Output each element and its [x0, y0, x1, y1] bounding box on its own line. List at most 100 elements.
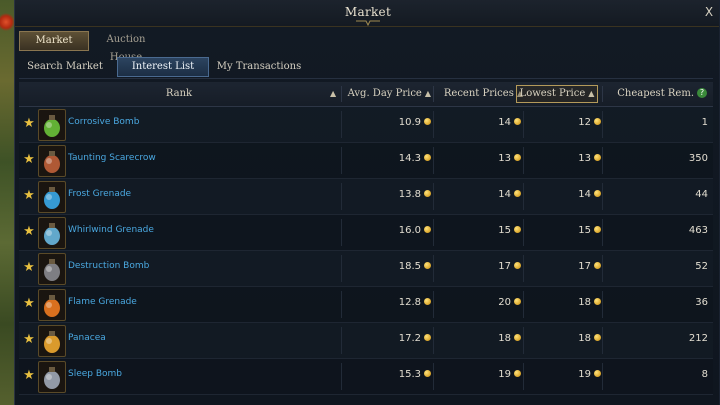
lowest-price-cell: 15 [519, 225, 601, 236]
column-header-recent-prices[interactable]: Recent Prices ▲ [437, 82, 523, 106]
avg-day-price-cell: 16.0 [349, 225, 431, 236]
column-divider [602, 183, 603, 210]
item-name[interactable]: Panacea [68, 333, 106, 343]
tab-market[interactable]: Market [19, 31, 89, 51]
column-header-rank[interactable]: Rank [19, 82, 339, 106]
table-row[interactable]: ★ Whirlwind Grenade 16.0 15 15 463 [19, 215, 713, 251]
help-icon[interactable]: ? [697, 88, 707, 98]
table-row[interactable]: ★ Corrosive Bomb 10.9 14 12 1 [19, 107, 713, 143]
column-divider [602, 111, 603, 138]
gold-coin-icon [594, 154, 601, 161]
table-row[interactable]: ★ Sleep Bomb 15.3 19 19 8 [19, 359, 713, 395]
cheapest-remaining-cell: 8 [701, 369, 708, 380]
gold-coin-icon [424, 154, 431, 161]
favorite-star-icon[interactable]: ★ [22, 117, 36, 131]
avg-day-price-cell: 17.2 [349, 333, 431, 344]
column-divider [341, 363, 342, 390]
gold-coin-icon [424, 226, 431, 233]
table-row[interactable]: ★ Panacea 17.2 18 18 212 [19, 323, 713, 359]
game-world-background [0, 0, 14, 405]
favorite-star-icon[interactable]: ★ [22, 189, 36, 203]
header-divider [433, 86, 434, 102]
table-row[interactable]: ★ Frost Grenade 13.8 14 14 44 [19, 179, 713, 215]
item-name[interactable]: Frost Grenade [68, 189, 131, 199]
cheapest-remaining-cell: 350 [688, 153, 708, 164]
taunting-scarecrow-icon [38, 145, 66, 177]
column-header-cheapest-rem[interactable]: Cheapest Rem.? [607, 82, 707, 106]
cheapest-remaining-cell: 1 [701, 117, 708, 128]
table-row[interactable]: ★ Destruction Bomb 18.5 17 17 52 [19, 251, 713, 287]
lowest-price-cell: 18 [519, 333, 601, 344]
close-button[interactable]: X [701, 4, 717, 20]
item-name[interactable]: Sleep Bomb [68, 369, 122, 379]
column-divider [433, 291, 434, 318]
favorite-star-icon[interactable]: ★ [22, 225, 36, 239]
item-name[interactable]: Whirlwind Grenade [68, 225, 154, 235]
table-row[interactable]: ★ Taunting Scarecrow 14.3 13 13 350 [19, 143, 713, 179]
avg-day-price-cell: 18.5 [349, 261, 431, 272]
column-divider [433, 363, 434, 390]
cheapest-remaining-cell: 463 [688, 225, 708, 236]
column-divider [433, 183, 434, 210]
column-divider [433, 255, 434, 282]
gold-coin-icon [424, 334, 431, 341]
gold-coin-icon [594, 298, 601, 305]
column-divider [341, 111, 342, 138]
destruction-bomb-icon [38, 253, 66, 285]
item-name[interactable]: Flame Grenade [68, 297, 137, 307]
recent-price-cell: 14 [439, 189, 521, 200]
title-ornament-icon [356, 20, 380, 27]
corrosive-bomb-icon [38, 109, 66, 141]
gold-coin-icon [594, 334, 601, 341]
recent-price-cell: 13 [439, 153, 521, 164]
column-header-avg-day-price[interactable]: Avg. Day Price ▲ [345, 82, 431, 106]
item-name[interactable]: Corrosive Bomb [68, 117, 139, 127]
recent-price-cell: 19 [439, 369, 521, 380]
lowest-price-cell: 13 [519, 153, 601, 164]
avg-sort-arrow-icon: ▲ [424, 89, 431, 98]
rank-sort-arrow-icon[interactable]: ▲ [327, 82, 339, 106]
cheapest-rem-header-label: Cheapest Rem. [617, 88, 694, 99]
market-window: Market X Market Auction House Search Mar… [14, 0, 720, 405]
recent-price-cell: 18 [439, 333, 521, 344]
recent-prices-header-label: Recent Prices [443, 88, 514, 99]
tab-auction-house[interactable]: Auction House [91, 31, 161, 63]
column-divider [433, 147, 434, 174]
recent-price-cell: 17 [439, 261, 521, 272]
gold-coin-icon [424, 370, 431, 377]
recent-price-cell: 15 [439, 225, 521, 236]
gold-coin-icon [424, 118, 431, 125]
item-name[interactable]: Destruction Bomb [68, 261, 149, 271]
title-bar: Market X [15, 0, 720, 27]
frost-grenade-icon [38, 181, 66, 213]
avg-day-price-header-label: Avg. Day Price [347, 88, 422, 99]
column-header-lowest-price[interactable]: Lowest Price ▲ [516, 85, 598, 103]
recent-price-cell: 20 [439, 297, 521, 308]
table-header: Rank ▲ Avg. Day Price ▲ Recent Prices ▲ Lo… [19, 82, 713, 107]
gold-coin-icon [594, 262, 601, 269]
tab-search-market[interactable]: Search Market [19, 57, 111, 77]
avg-day-price-cell: 14.3 [349, 153, 431, 164]
column-divider [341, 255, 342, 282]
favorite-star-icon[interactable]: ★ [22, 153, 36, 167]
table-row[interactable]: ★ Flame Grenade 12.8 20 18 36 [19, 287, 713, 323]
favorite-star-icon[interactable]: ★ [22, 297, 36, 311]
favorite-star-icon[interactable]: ★ [22, 261, 36, 275]
column-divider [341, 291, 342, 318]
column-divider [433, 327, 434, 354]
column-divider [341, 183, 342, 210]
tab-my-transactions[interactable]: My Transactions [213, 57, 305, 77]
gold-coin-icon [594, 226, 601, 233]
cheapest-remaining-cell: 52 [695, 261, 708, 272]
lowest-price-cell: 12 [519, 117, 601, 128]
column-divider [602, 255, 603, 282]
recent-price-cell: 14 [439, 117, 521, 128]
lowest-price-cell: 14 [519, 189, 601, 200]
favorite-star-icon[interactable]: ★ [22, 369, 36, 383]
favorite-star-icon[interactable]: ★ [22, 333, 36, 347]
tab-interest-list[interactable]: Interest List [117, 57, 209, 77]
sub-tabs: Search Market Interest List My Transacti… [19, 57, 713, 79]
panacea-icon [38, 325, 66, 357]
gold-coin-icon [424, 262, 431, 269]
item-name[interactable]: Taunting Scarecrow [68, 153, 156, 163]
